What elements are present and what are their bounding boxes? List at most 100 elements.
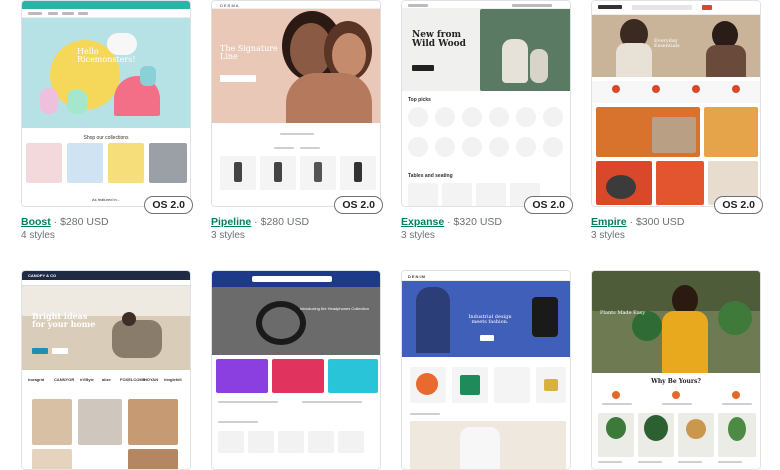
- preview-nav: [592, 1, 760, 15]
- theme-preview[interactable]: DERMA The Signature Line: [211, 0, 381, 207]
- collection-tile[interactable]: [67, 143, 103, 183]
- category-icon[interactable]: [516, 137, 536, 157]
- theme-price: $280 USD: [60, 216, 109, 228]
- product-tile[interactable]: [308, 431, 334, 453]
- product-tile[interactable]: [278, 431, 304, 453]
- product-tile[interactable]: [718, 413, 756, 457]
- os-badge: OS 2.0: [144, 196, 193, 214]
- theme-meta: Pipeline · $280 USD: [211, 216, 309, 228]
- theme-meta: Empire · $300 USD: [591, 216, 684, 228]
- theme-preview[interactable]: New from Wild Wood Top picks Tables and …: [401, 0, 571, 207]
- announcement-bar: [22, 1, 190, 9]
- hero-headline: Hello Ricemonsters!: [77, 47, 136, 65]
- theme-name-link[interactable]: Pipeline: [211, 216, 251, 228]
- header-bar: CANOPY & CO: [22, 271, 190, 280]
- hero-image: New from Wild Wood: [402, 9, 570, 91]
- product-tile[interactable]: [32, 449, 72, 469]
- hero-image: Hello Ricemonsters!: [22, 18, 190, 128]
- theme-meta: Expanse · $320 USD: [401, 216, 502, 228]
- hero-button[interactable]: [480, 335, 494, 341]
- product-tile[interactable]: [678, 413, 714, 457]
- section-title-2: Tables and seating: [408, 173, 453, 179]
- theme-price: $300 USD: [635, 216, 685, 228]
- product-tile[interactable]: [452, 367, 488, 403]
- theme-name-link[interactable]: Boost: [21, 216, 51, 228]
- hero-image: The Signature Line: [212, 9, 380, 123]
- lifestyle-image: [410, 421, 566, 469]
- category-icon[interactable]: [408, 107, 428, 127]
- promo-tile[interactable]: [272, 359, 324, 393]
- product-tile[interactable]: [128, 399, 178, 445]
- theme-preview[interactable]: Hello Ricemonsters! Shop our collections…: [21, 0, 191, 207]
- category-icon[interactable]: [462, 107, 482, 127]
- header-bar: [212, 271, 380, 287]
- product-tile[interactable]: [220, 156, 256, 190]
- product-tile[interactable]: [300, 156, 336, 190]
- hero-button-secondary[interactable]: [52, 348, 68, 354]
- collection-tile[interactable]: [26, 143, 62, 183]
- product-tile[interactable]: [128, 449, 178, 469]
- price-separator: ·: [444, 216, 454, 228]
- category-icon[interactable]: [543, 107, 563, 127]
- promo-banner[interactable]: [596, 161, 652, 205]
- product-tile[interactable]: [494, 367, 530, 403]
- category-icon[interactable]: [489, 137, 509, 157]
- theme-preview[interactable]: Plants Made Easy Why Be Yours?: [591, 270, 761, 470]
- product-tile[interactable]: [536, 367, 566, 403]
- hero-image: Introducing the Headphones Collection: [212, 287, 380, 355]
- preview-nav: [22, 9, 190, 18]
- product-tile[interactable]: [32, 399, 72, 445]
- product-tile[interactable]: [218, 431, 244, 453]
- category-icon[interactable]: [435, 137, 455, 157]
- theme-styles-count: 4 styles: [21, 230, 55, 241]
- hero-button[interactable]: [32, 348, 48, 354]
- category-icon[interactable]: [516, 107, 536, 127]
- collection-tile[interactable]: [108, 143, 144, 183]
- product-tile[interactable]: [338, 431, 364, 453]
- promo-banner[interactable]: [656, 161, 704, 205]
- category-icon[interactable]: [462, 137, 482, 157]
- theme-preview[interactable]: CANOPY & CO Bright ideas for your home h…: [21, 270, 191, 470]
- category-icon[interactable]: [408, 137, 428, 157]
- theme-styles-count: 3 styles: [591, 230, 625, 241]
- product-tile[interactable]: [260, 156, 296, 190]
- promo-banner[interactable]: [596, 107, 700, 157]
- product-tile[interactable]: [248, 431, 274, 453]
- theme-styles-count: 3 styles: [401, 230, 435, 241]
- hero-headline: The Signature Line: [220, 44, 278, 62]
- store-logo: DENIM: [408, 274, 426, 279]
- collection-tile[interactable]: [149, 143, 187, 183]
- section-title: Why Be Yours?: [651, 378, 701, 385]
- category-icon[interactable]: [489, 107, 509, 127]
- price-separator: ·: [251, 216, 261, 228]
- store-logo: DERMA: [220, 3, 240, 8]
- hero-button[interactable]: [412, 65, 434, 71]
- category-icon[interactable]: [435, 107, 455, 127]
- theme-price: $320 USD: [453, 216, 502, 228]
- os-badge: OS 2.0: [334, 196, 383, 214]
- promo-tile[interactable]: [216, 359, 268, 393]
- theme-name-link[interactable]: Empire: [591, 216, 627, 228]
- hero-image: Industrial design meets fashion.: [402, 281, 570, 357]
- theme-styles-count: 3 styles: [211, 230, 245, 241]
- product-tile[interactable]: [340, 156, 376, 190]
- theme-preview[interactable]: Everyday Essentials: [591, 0, 761, 207]
- hero-button[interactable]: [220, 75, 256, 82]
- hero-headline: Plants Made Easy: [600, 310, 646, 316]
- theme-preview[interactable]: Introducing the Headphones Collection: [211, 270, 381, 470]
- hero-image: Everyday Essentials: [592, 15, 760, 77]
- promo-banner[interactable]: [704, 107, 758, 157]
- product-tile[interactable]: [78, 399, 122, 445]
- theme-preview[interactable]: DENIM Industrial design meets fashion.: [401, 270, 571, 470]
- product-tile[interactable]: [410, 367, 446, 403]
- theme-name-link[interactable]: Expanse: [401, 216, 444, 228]
- product-tile[interactable]: [638, 413, 674, 457]
- os-badge: OS 2.0: [714, 196, 763, 214]
- promo-tile[interactable]: [328, 359, 378, 393]
- price-separator: ·: [50, 216, 61, 228]
- hero-headline: New from Wild Wood: [412, 30, 466, 50]
- feature-strip: [592, 81, 760, 103]
- product-tile[interactable]: [598, 413, 634, 457]
- store-logo: CANOPY & CO: [28, 273, 57, 278]
- category-icon[interactable]: [543, 137, 563, 157]
